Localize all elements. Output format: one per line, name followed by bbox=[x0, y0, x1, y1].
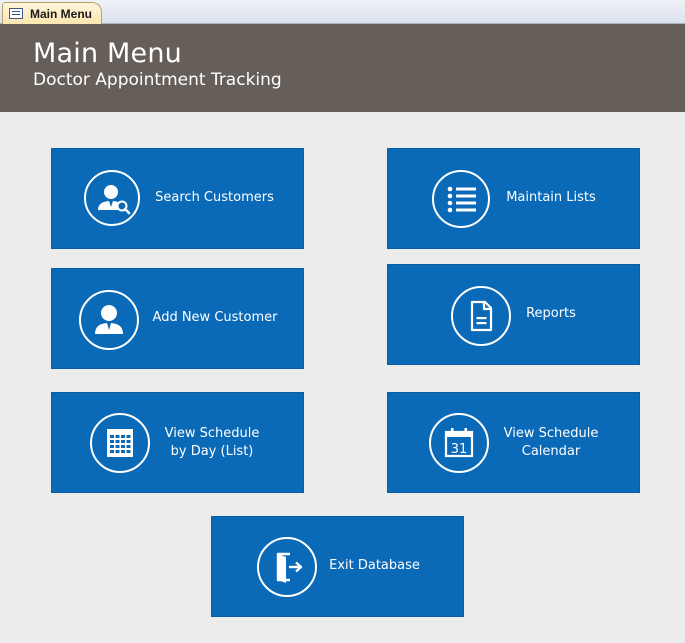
document-icon bbox=[451, 286, 511, 346]
view-schedule-calendar-button[interactable]: 31 View Schedule Calendar bbox=[387, 392, 640, 493]
svg-text:31: 31 bbox=[451, 442, 468, 457]
form-icon bbox=[9, 8, 23, 19]
calendar-grid-icon bbox=[90, 413, 150, 473]
user-icon bbox=[79, 290, 139, 350]
page-title: Main Menu bbox=[33, 38, 182, 69]
add-new-customer-button[interactable]: Add New Customer bbox=[51, 268, 304, 369]
exit-database-label: Exit Database bbox=[329, 558, 420, 573]
add-new-customer-label: Add New Customer bbox=[152, 310, 278, 325]
search-customers-button[interactable]: Search Customers bbox=[51, 148, 304, 249]
tab-main-menu[interactable]: Main Menu bbox=[2, 2, 102, 24]
calendar-31-icon: 31 bbox=[429, 413, 489, 473]
user-search-icon bbox=[84, 170, 140, 226]
exit-database-button[interactable]: Exit Database bbox=[211, 516, 464, 617]
page-subtitle: Doctor Appointment Tracking bbox=[33, 70, 282, 90]
document-tab-bar: Main Menu bbox=[0, 0, 685, 24]
search-customers-label: Search Customers bbox=[155, 190, 274, 205]
view-schedule-calendar-label: View Schedule Calendar bbox=[503, 426, 599, 459]
list-icon bbox=[432, 170, 490, 228]
view-schedule-by-day-button[interactable]: View Schedule by Day (List) bbox=[51, 392, 304, 493]
reports-button[interactable]: Reports bbox=[387, 264, 640, 365]
reports-label: Reports bbox=[526, 306, 576, 321]
view-schedule-by-day-label: View Schedule by Day (List) bbox=[164, 426, 260, 459]
maintain-lists-button[interactable]: Maintain Lists bbox=[387, 148, 640, 249]
form-header: Main Menu Doctor Appointment Tracking bbox=[0, 24, 685, 112]
exit-door-icon bbox=[257, 537, 317, 597]
tab-label: Main Menu bbox=[30, 6, 92, 21]
maintain-lists-label: Maintain Lists bbox=[506, 190, 596, 205]
